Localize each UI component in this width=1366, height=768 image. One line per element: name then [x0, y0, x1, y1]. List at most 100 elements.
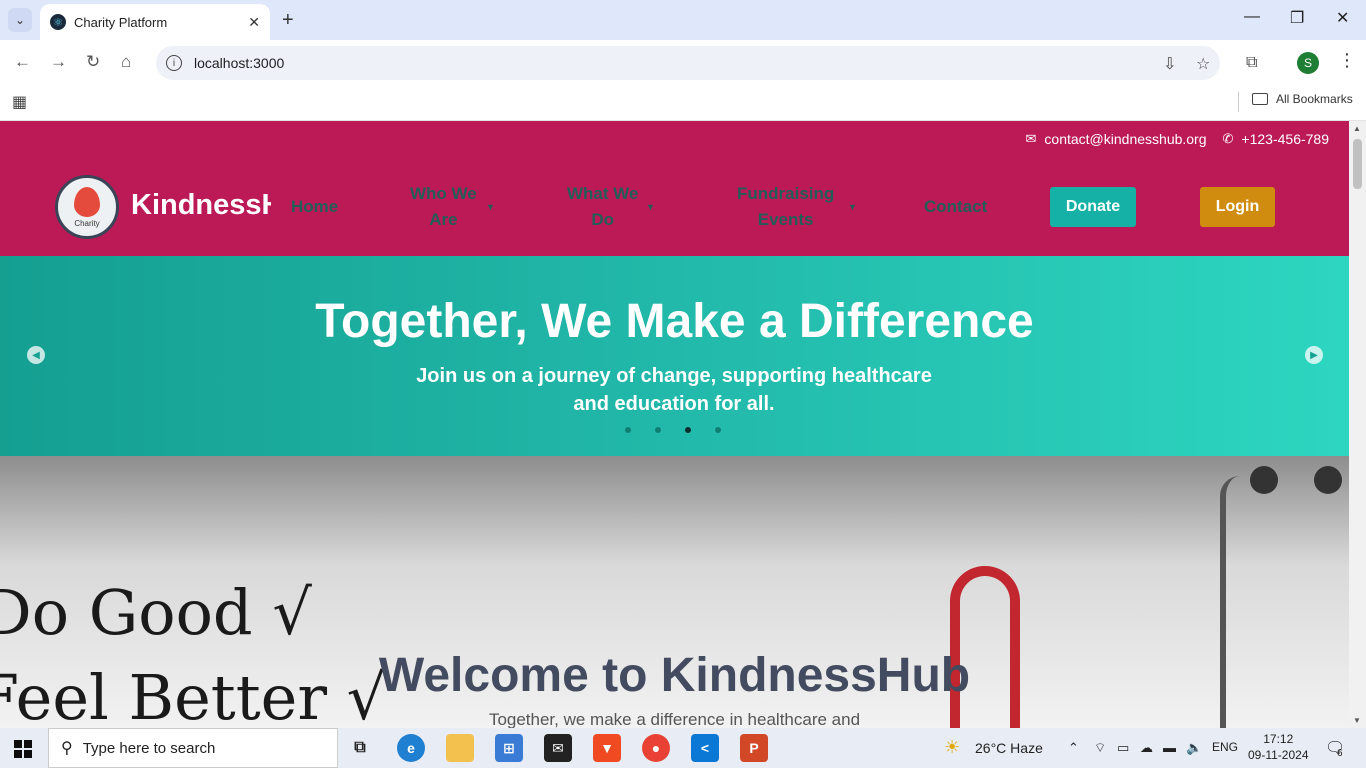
welcome-title: Welcome to KindnessHub: [378, 649, 971, 702]
bg-image-text: Do Good √: [0, 576, 312, 649]
tray-chevron-icon[interactable]: ⌃: [1068, 740, 1079, 756]
tab-title: Charity Platform: [74, 14, 168, 30]
chevron-down-icon[interactable]: ▼: [486, 202, 495, 212]
nav-contact[interactable]: Contact: [924, 194, 987, 220]
powerpoint-icon[interactable]: P: [740, 734, 768, 762]
extensions-icon[interactable]: ⧉: [1246, 54, 1257, 72]
install-app-icon[interactable]: ⇩: [1163, 54, 1176, 74]
browser-menu-icon[interactable]: ⋮: [1338, 50, 1356, 71]
page-scrollbar[interactable]: ▲ ▼: [1349, 121, 1366, 728]
scroll-thumb[interactable]: [1353, 139, 1362, 189]
store-icon[interactable]: ⊞: [495, 734, 523, 762]
carousel-dot[interactable]: [715, 427, 721, 433]
tab-charity-platform[interactable]: ⚛ Charity Platform ✕: [40, 4, 270, 40]
location-pin-icon: [74, 186, 100, 217]
address-bar[interactable]: i localhost:3000: [156, 46, 1220, 80]
bookmark-star-icon[interactable]: ☆: [1196, 54, 1210, 74]
contact-email-text: contact@kindnesshub.org: [1044, 131, 1207, 147]
new-tab-icon[interactable]: +: [282, 8, 294, 32]
weather-text[interactable]: 26°C Haze: [975, 740, 1043, 756]
stethoscope-earpiece-image: [1314, 466, 1342, 494]
browser-tab-strip: ⌄ ⚛ Charity Platform ✕ + — ❐ ✕: [0, 0, 1366, 40]
mail-icon[interactable]: ✉: [544, 734, 572, 762]
tab-close-icon[interactable]: ✕: [248, 14, 260, 31]
back-icon[interactable]: ←: [14, 52, 31, 72]
onedrive-icon[interactable]: ☁: [1140, 740, 1153, 756]
carousel-dots: [625, 427, 721, 433]
site-logo[interactable]: Charity: [55, 175, 119, 239]
nav-what-we-do-line2: Do: [591, 210, 615, 229]
taskbar-search-placeholder: Type here to search: [82, 739, 216, 757]
edge-icon[interactable]: e: [397, 734, 425, 762]
contact-phone-text: +123-456-789: [1241, 131, 1329, 147]
phone-icon: ✆: [1222, 131, 1234, 146]
nav-who-we-are[interactable]: Who We Are: [410, 181, 477, 233]
contact-email[interactable]: ✉ contact@kindnesshub.org: [1026, 131, 1207, 147]
taskbar-search[interactable]: ⚲ Type here to search: [48, 728, 338, 768]
welcome-subtitle: Together, we make a difference in health…: [488, 710, 861, 728]
network-icon[interactable]: ⌔: [1094, 740, 1106, 756]
stethoscope-tube-image: [950, 566, 1020, 728]
chevron-down-icon[interactable]: ▼: [646, 202, 655, 212]
apps-grid-icon[interactable]: ▦: [12, 92, 27, 112]
donate-button[interactable]: Donate: [1050, 187, 1136, 227]
brave-icon[interactable]: ▼: [593, 734, 621, 762]
meet-icon[interactable]: ▭: [1117, 740, 1129, 756]
minimize-icon[interactable]: —: [1244, 8, 1260, 26]
language-indicator[interactable]: ENG: [1212, 740, 1238, 754]
scroll-up-icon[interactable]: ▲: [1353, 124, 1361, 133]
bookmarks-divider: [1238, 92, 1239, 112]
search-icon: ⚲: [61, 740, 73, 757]
vscode-icon[interactable]: <: [691, 734, 719, 762]
volume-icon[interactable]: 🔈: [1186, 740, 1202, 756]
all-bookmarks-button[interactable]: All Bookmarks: [1252, 92, 1353, 106]
brand-name[interactable]: KindnessHub: [131, 189, 271, 222]
nav-fundraising-line1: Fundraising: [737, 184, 835, 203]
forward-icon[interactable]: →: [50, 52, 67, 72]
chevron-down-icon[interactable]: ▼: [848, 202, 857, 212]
stethoscope-earpiece-image: [1250, 466, 1278, 494]
nav-fundraising-events[interactable]: Fundraising Events: [737, 181, 834, 233]
task-view-icon[interactable]: ⧉: [346, 734, 374, 762]
system-clock[interactable]: 17:12 09-11-2024: [1248, 731, 1309, 763]
nav-what-we-do[interactable]: What We Do: [567, 181, 638, 233]
restore-icon[interactable]: ❐: [1290, 8, 1304, 28]
folder-icon: [1252, 93, 1268, 105]
welcome-section: Do Good √ Feel Better √ Welcome to Kindn…: [0, 456, 1349, 728]
chrome-icon[interactable]: ●: [642, 734, 670, 762]
top-contact-bar: ✉ contact@kindnesshub.org ✆ +123-456-789: [1026, 131, 1329, 147]
nav-who-we-are-line2: Are: [429, 210, 458, 229]
carousel-next-icon[interactable]: ▶: [1305, 346, 1323, 364]
nav-home[interactable]: Home: [291, 194, 338, 220]
site-header: ✉ contact@kindnesshub.org ✆ +123-456-789 C…: [0, 121, 1349, 256]
weather-icon[interactable]: ☀: [944, 737, 960, 758]
site-info-icon[interactable]: i: [166, 55, 182, 71]
contact-phone[interactable]: ✆ +123-456-789: [1223, 131, 1329, 147]
carousel-dot-active[interactable]: [685, 427, 691, 433]
envelope-icon: ✉: [1025, 131, 1037, 146]
url-text: localhost:3000: [194, 55, 285, 71]
notification-count: 6: [1337, 748, 1343, 759]
file-explorer-icon[interactable]: [446, 734, 474, 762]
scroll-down-icon[interactable]: ▼: [1353, 716, 1361, 725]
hero-title: Together, We Make a Difference: [315, 295, 1034, 348]
react-favicon-icon: ⚛: [50, 14, 66, 30]
nav-what-we-do-line1: What We: [567, 184, 639, 203]
nav-fundraising-line2: Events: [757, 210, 814, 229]
close-window-icon[interactable]: ✕: [1336, 8, 1349, 28]
carousel-dot[interactable]: [625, 427, 631, 433]
windows-taskbar: ⚲ Type here to search ⧉ e ⊞ ✉ ▼ ● < P ☀ …: [0, 728, 1366, 768]
windows-start-icon[interactable]: [14, 740, 32, 758]
all-bookmarks-label: All Bookmarks: [1276, 92, 1353, 106]
battery-icon[interactable]: ▬: [1163, 740, 1176, 755]
home-icon[interactable]: ⌂: [121, 52, 131, 72]
browser-toolbar: ← → ↻ ⌂ i localhost:3000 ⇩ ☆ ⧉: [0, 40, 1366, 86]
page-viewport: ✉ contact@kindnesshub.org ✆ +123-456-789 C…: [0, 121, 1349, 728]
hero-carousel: ◀ Together, We Make a Difference Join us…: [0, 256, 1349, 456]
clock-date: 09-11-2024: [1248, 748, 1309, 762]
login-button[interactable]: Login: [1200, 187, 1275, 227]
carousel-dot[interactable]: [655, 427, 661, 433]
reload-icon[interactable]: ↻: [86, 52, 100, 72]
profile-avatar[interactable]: S: [1297, 52, 1319, 74]
tab-search-chevron-icon[interactable]: ⌄: [8, 8, 32, 32]
